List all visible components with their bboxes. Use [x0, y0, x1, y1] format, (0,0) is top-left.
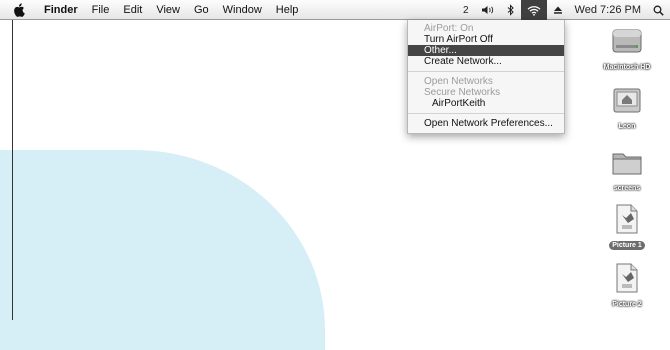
desktop-icon-leon[interactable]: Leon — [597, 84, 657, 131]
menu-go[interactable]: Go — [187, 0, 216, 20]
magnifier-icon[interactable] — [647, 0, 670, 20]
menu-separator — [408, 113, 564, 114]
turn-airport-off-item[interactable]: Turn AirPort Off — [408, 34, 564, 45]
menu-bar: Finder File Edit View Go Window Help 2 W… — [0, 0, 670, 20]
menu-finder[interactable]: Finder — [37, 0, 85, 20]
wifi-icon[interactable] — [520, 0, 547, 20]
menu-help[interactable]: Help — [269, 0, 306, 20]
desktop-icon-label: Picture 1 — [609, 241, 645, 250]
window-edge — [12, 20, 13, 320]
menu-separator — [408, 71, 564, 72]
network-preferences-item[interactable]: Open Network Preferences... — [408, 118, 564, 129]
desktop-icon-label: Picture 2 — [612, 301, 642, 308]
airport-menu: AirPort: On Turn AirPort Off Other... Cr… — [407, 20, 565, 134]
volume-icon[interactable] — [475, 0, 501, 20]
eject-icon[interactable] — [547, 0, 569, 20]
create-network-item[interactable]: Create Network... — [408, 56, 564, 67]
desktop-icon-macintosh-hd[interactable]: Macintosh HD — [597, 23, 657, 72]
desktop-icon-picture-2[interactable]: Picture 2 — [597, 262, 657, 309]
apple-icon[interactable] — [13, 2, 25, 17]
harddisk-icon — [610, 23, 644, 60]
bluetooth-icon[interactable] — [501, 0, 521, 20]
menu-file[interactable]: File — [85, 0, 117, 20]
menu-edit[interactable]: Edit — [116, 0, 149, 20]
airport-status: AirPort: On — [424, 23, 474, 34]
desktop-icon-label: screens — [613, 185, 641, 192]
menu-view[interactable]: View — [149, 0, 187, 20]
folder-icon — [610, 148, 644, 181]
desktop-icon-label: Leon — [618, 123, 636, 130]
home-folder-icon — [611, 84, 643, 119]
image-file-icon — [613, 203, 641, 238]
spaces-indicator[interactable]: 2 — [457, 0, 475, 20]
desktop-icon-label: Macintosh HD — [603, 64, 651, 71]
other-network-item[interactable]: Other... — [408, 45, 564, 56]
open-networks-header: Open Networks — [424, 76, 493, 87]
network-item[interactable]: AirPortKeith — [408, 98, 564, 109]
desktop-icon-screens[interactable]: screens — [597, 148, 657, 193]
desktop-icon-picture-1[interactable]: Picture 1 — [597, 203, 657, 250]
desktop-background-shape — [0, 150, 325, 350]
menu-window[interactable]: Window — [216, 0, 269, 20]
secure-networks-header: Secure Networks — [424, 87, 501, 98]
clock[interactable]: Wed 7:26 PM — [569, 0, 647, 20]
image-file-icon — [613, 262, 641, 297]
